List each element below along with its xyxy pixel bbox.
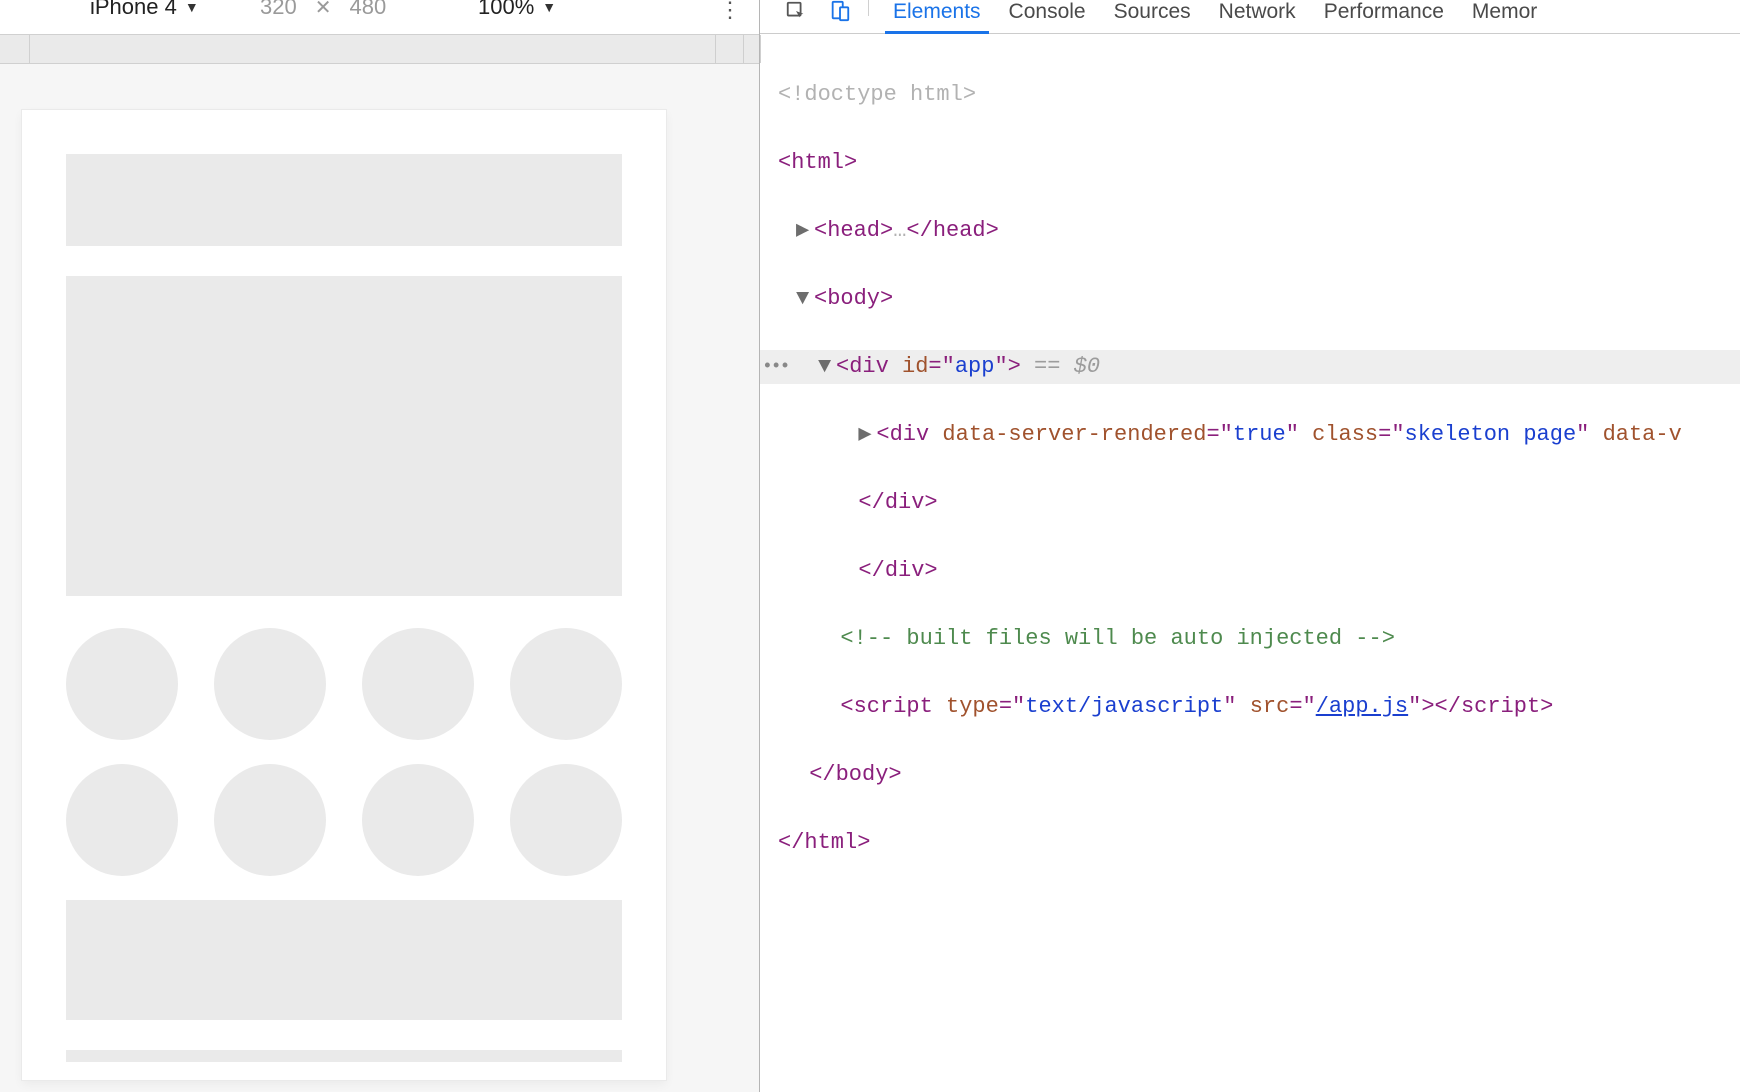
ruler-body[interactable]	[30, 35, 759, 63]
dom-node-inner-div[interactable]: ▶<div data-server-rendered="true" class=…	[760, 418, 1740, 452]
preview-canvas[interactable]	[0, 64, 759, 1092]
dom-node-close-div[interactable]: </div>	[760, 486, 1740, 520]
skeleton-block	[66, 1050, 622, 1062]
dom-node-close-html[interactable]: </html>	[760, 826, 1740, 860]
skeleton-circle-row	[66, 764, 622, 876]
tab-sources[interactable]: Sources	[1100, 0, 1205, 33]
dimensions-group: 320 ✕ 480	[260, 0, 386, 20]
ruler-corner	[0, 35, 30, 63]
device-preview-pane: iPhone 4 ▼ 320 ✕ 480 100% ▼ ⋮	[0, 0, 760, 1092]
zoom-selector[interactable]: 100% ▼	[478, 0, 556, 20]
skeleton-circle	[510, 628, 622, 740]
dom-node-body-open[interactable]: ▼<body>	[760, 282, 1740, 316]
skeleton-circle	[362, 628, 474, 740]
chevron-down-icon: ▼	[542, 0, 556, 15]
inspect-element-button[interactable]	[774, 0, 818, 33]
chevron-down-icon: ▼	[185, 0, 199, 15]
tab-memory[interactable]: Memor	[1458, 0, 1551, 33]
device-selector-label: iPhone 4	[90, 0, 177, 20]
tabbar-separator	[868, 0, 869, 16]
device-frame	[22, 110, 666, 1080]
device-toolbar: iPhone 4 ▼ 320 ✕ 480 100% ▼ ⋮	[0, 0, 759, 34]
tab-console[interactable]: Console	[995, 0, 1100, 33]
dom-node-comment[interactable]: <!-- built files will be auto injected -…	[760, 622, 1740, 656]
devtools-tabbar: Elements Console Sources Network Perform…	[760, 0, 1740, 34]
tab-performance[interactable]: Performance	[1310, 0, 1458, 33]
more-options-button[interactable]: ⋮	[719, 0, 741, 23]
skeleton-circle	[66, 764, 178, 876]
skeleton-circle	[510, 764, 622, 876]
skeleton-circle	[214, 764, 326, 876]
dom-node-html-open[interactable]: <html>	[760, 146, 1740, 180]
dimension-width[interactable]: 320	[260, 0, 297, 20]
dom-node-close-div[interactable]: </div>	[760, 554, 1740, 588]
dom-node-doctype[interactable]: <!doctype html>	[760, 78, 1740, 112]
skeleton-circle	[362, 764, 474, 876]
skeleton-circle	[66, 628, 178, 740]
skeleton-circle-row	[66, 628, 622, 740]
dom-node-close-body[interactable]: </body>	[760, 758, 1740, 792]
skeleton-block	[66, 154, 622, 246]
ruler-bar	[0, 34, 759, 64]
tab-elements[interactable]: Elements	[879, 0, 995, 33]
zoom-label: 100%	[478, 0, 534, 20]
device-selector[interactable]: iPhone 4 ▼	[90, 0, 199, 20]
tab-network[interactable]: Network	[1205, 0, 1310, 33]
dom-tree[interactable]: <!doctype html> <html> ▶<head>…</head> ▼…	[760, 34, 1740, 1092]
skeleton-block	[66, 900, 622, 1020]
dimension-height[interactable]: 480	[349, 0, 386, 20]
devtools-pane: Elements Console Sources Network Perform…	[760, 0, 1740, 1092]
dimension-separator-icon: ✕	[315, 0, 332, 20]
dom-node-script[interactable]: <script type="text/javascript" src="/app…	[760, 690, 1740, 724]
ellipsis-icon[interactable]: •••	[760, 350, 780, 384]
toggle-device-toolbar-button[interactable]	[818, 0, 862, 33]
dom-node-selected[interactable]: ••• ▼<div id="app"> == $0	[760, 350, 1740, 384]
dom-node-head[interactable]: ▶<head>…</head>	[760, 214, 1740, 248]
skeleton-circle	[214, 628, 326, 740]
skeleton-block	[66, 276, 622, 596]
